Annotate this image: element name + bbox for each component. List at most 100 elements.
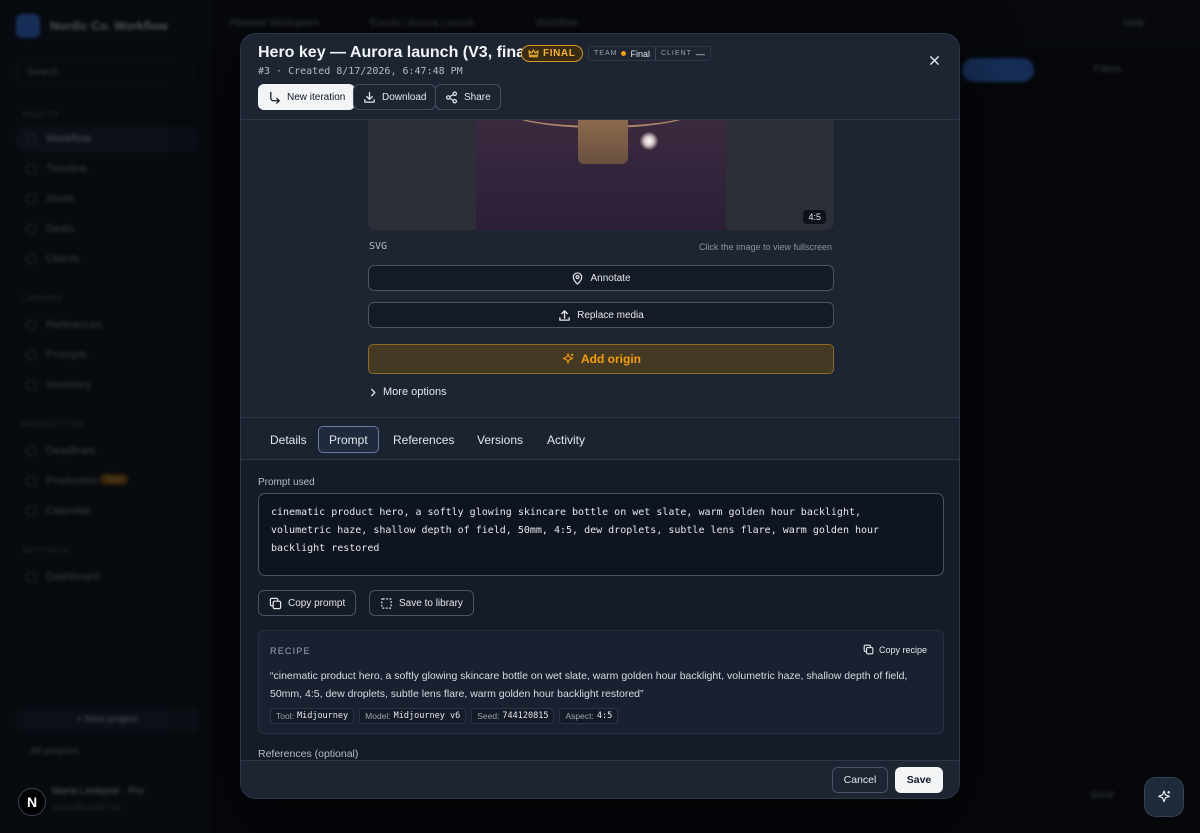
- share-label: Share: [464, 91, 491, 103]
- sidebar-item-calendar[interactable]: Calendar: [16, 498, 198, 524]
- sidebar-item-label: Deals: [46, 223, 75, 235]
- breadcrumb-item[interactable]: Events / Aurora Launch: [370, 18, 474, 29]
- copy-prompt-label: Copy prompt: [288, 597, 346, 609]
- breadcrumb-item[interactable]: Planned Workspace: [230, 18, 319, 29]
- assistant-button[interactable]: [1144, 777, 1184, 817]
- branch-arrow-icon: [268, 91, 281, 104]
- tab-details[interactable]: Details: [259, 426, 318, 453]
- sidebar-item-inventory[interactable]: Inventory: [16, 372, 198, 398]
- sidebar-item-workflow[interactable]: Workflow: [16, 126, 198, 152]
- background-primary-button[interactable]: [962, 58, 1034, 82]
- breadcrumb-item: Workflow: [536, 18, 577, 29]
- sidebar-item-label: Dashboard: [46, 571, 100, 583]
- filters-button[interactable]: Filters: [1094, 64, 1121, 75]
- new-badge: New: [100, 474, 129, 485]
- help-link[interactable]: Help: [1123, 18, 1144, 29]
- sidebar-item-prompts[interactable]: Prompts: [16, 342, 198, 368]
- new-project-button[interactable]: + New project: [16, 708, 198, 732]
- annotate-button[interactable]: Annotate: [368, 265, 834, 291]
- copy-icon: [863, 644, 874, 655]
- copy-prompt-button[interactable]: Copy prompt: [258, 590, 357, 616]
- download-button[interactable]: Download: [353, 84, 437, 110]
- chip-key: Model:: [365, 711, 391, 721]
- copy-recipe-button[interactable]: Copy recipe: [863, 644, 927, 655]
- brand: Nordic Co. Workflow: [16, 14, 168, 38]
- sidebar-item-references[interactable]: References: [16, 312, 198, 338]
- media-preview[interactable]: 4:5: [368, 120, 834, 230]
- sidebar-item-dashboard[interactable]: Dashboard: [16, 564, 198, 590]
- modal-header: Hero key — Aurora launch (V3, final) FIN…: [241, 34, 959, 120]
- chip-value: Midjourney: [296, 711, 349, 721]
- sidebar-item-shots[interactable]: Shots: [16, 186, 198, 212]
- copy-icon: [269, 597, 282, 610]
- more-options-toggle[interactable]: More options: [369, 386, 447, 398]
- modal-body: 4:5 SVG Click the image to view fullscre…: [241, 120, 959, 760]
- new-iteration-button[interactable]: New iteration: [258, 84, 356, 110]
- recipe-label: RECIPE: [270, 646, 311, 656]
- prompt-line: volumetric haze, shallow depth of field,…: [271, 525, 880, 536]
- share-icon: [445, 91, 458, 104]
- user-email: maria@nordic.co: [52, 802, 121, 812]
- sidebar-search[interactable]: Search: [16, 60, 194, 84]
- sidebar-item-label: References: [46, 319, 103, 331]
- replace-media-button[interactable]: Replace media: [368, 302, 834, 328]
- sidebar-item-label: Calendar: [46, 505, 91, 517]
- prompt-textarea[interactable]: cinematic product hero, a softly glowing…: [258, 493, 944, 576]
- client-value: —: [695, 48, 705, 59]
- chip-value: 4:5: [596, 711, 613, 721]
- sidebar-item-label: Clients: [46, 253, 80, 265]
- close-icon: [929, 55, 940, 66]
- sidebar-item-timeline[interactable]: Timeline: [16, 156, 198, 182]
- share-button[interactable]: Share: [435, 84, 501, 110]
- user-avatar[interactable]: N: [18, 788, 46, 816]
- send-button[interactable]: Send: [1090, 790, 1113, 801]
- dashed-square-icon: [380, 597, 393, 610]
- download-label: Download: [382, 91, 427, 103]
- save-to-library-button[interactable]: Save to library: [369, 590, 474, 616]
- prompt-used-label: Prompt used: [258, 477, 315, 488]
- sidebar-item-deadlines[interactable]: Deadlines: [16, 438, 198, 464]
- close-button[interactable]: [925, 51, 943, 69]
- tab-activity[interactable]: Activity: [536, 426, 596, 453]
- add-origin-label: Add origin: [581, 352, 641, 366]
- chip-key: Seed:: [477, 711, 500, 721]
- team-status[interactable]: TEAM Final: [589, 47, 655, 60]
- new-iteration-label: New iteration: [287, 91, 346, 103]
- sidebar-item-label: Shots: [46, 193, 75, 205]
- sidebar-item-label: Workflow: [46, 133, 92, 145]
- team-value: Final: [630, 48, 650, 59]
- tab-prompt[interactable]: Prompt: [318, 426, 379, 453]
- chevron-right-icon: [369, 388, 377, 397]
- save-button[interactable]: Save: [895, 767, 943, 793]
- chip-value: Midjourney v6: [393, 711, 461, 721]
- brand-logo: [16, 14, 40, 38]
- sidebar-item-label: Inventory: [46, 379, 92, 391]
- preview-light-flare: [640, 132, 658, 150]
- modal-subtitle: #3 · Created 8/17/2026, 6:47:48 PM: [258, 66, 463, 77]
- team-label: TEAM: [594, 50, 618, 57]
- recipe-chip-seed: Seed: 744120815: [471, 708, 555, 724]
- sidebar-item-label: Prompts: [46, 349, 87, 361]
- chip-key: Tool:: [276, 711, 294, 721]
- preview-bottle: [578, 120, 628, 164]
- replace-media-label: Replace media: [577, 309, 644, 321]
- all-projects-link[interactable]: All projects: [30, 746, 79, 757]
- aspect-ratio-tag: 4:5: [803, 210, 826, 224]
- asset-detail-modal: Hero key — Aurora launch (V3, final) FIN…: [240, 33, 960, 799]
- sidebar-item-deals[interactable]: Deals: [16, 216, 198, 242]
- sparkle-icon: [561, 352, 575, 366]
- crown-icon: [528, 49, 539, 58]
- cancel-button[interactable]: Cancel: [832, 767, 888, 793]
- sidebar-item-clients[interactable]: Clients: [16, 246, 198, 272]
- client-status[interactable]: CLIENT —: [654, 47, 710, 60]
- sidebar-item-label: Production: [46, 475, 99, 487]
- tab-versions[interactable]: Versions: [466, 426, 534, 453]
- more-options-label: More options: [383, 386, 447, 398]
- final-badge-label: FINAL: [543, 48, 576, 59]
- add-origin-button[interactable]: Add origin: [368, 344, 834, 374]
- tab-references[interactable]: References: [382, 426, 465, 453]
- final-badge: FINAL: [521, 45, 584, 62]
- modal-footer: Cancel Save: [241, 760, 959, 798]
- brand-name: Nordic Co. Workflow: [50, 19, 168, 33]
- copy-recipe-label: Copy recipe: [878, 644, 927, 655]
